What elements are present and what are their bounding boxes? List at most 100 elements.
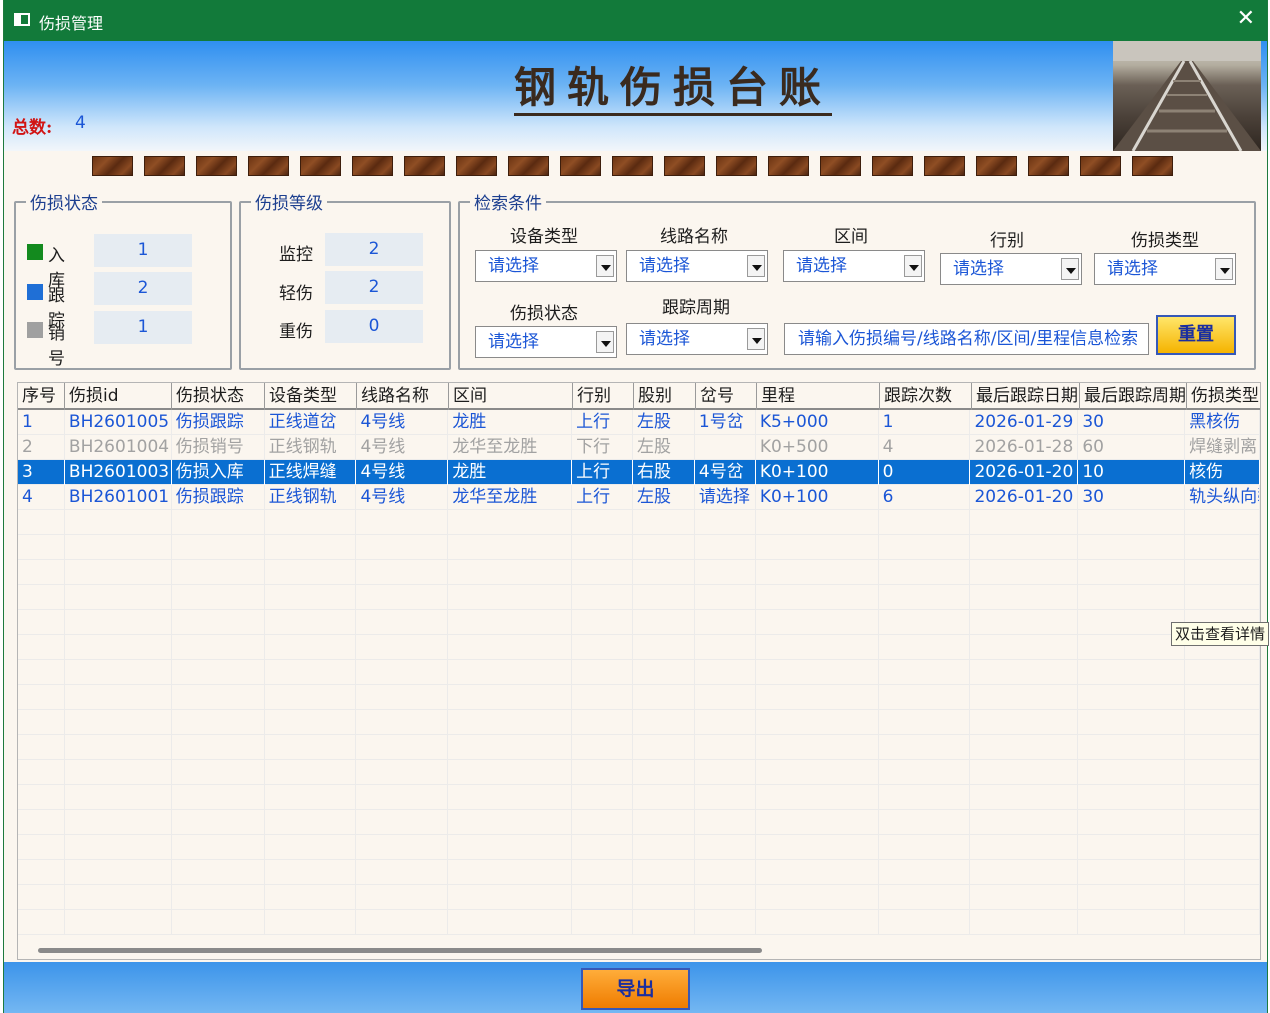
cell-switch-no <box>695 510 756 535</box>
chevron-down-icon[interactable] <box>1215 258 1233 280</box>
table-row[interactable]: 4 BH2601001 伤损跟踪 正线钢轨 4号线 龙华至龙胜 上行 左股 请选择 K0+100 6… <box>18 485 1260 510</box>
cell-line-name <box>356 860 449 885</box>
chevron-down-icon[interactable] <box>747 328 765 350</box>
line-name-label: 线路名称 <box>660 227 728 247</box>
cell-switch-no: 请选择 <box>695 485 756 510</box>
cell-mileage: K0+100 <box>756 460 879 485</box>
tracking-cycle-select[interactable]: 请选择 <box>626 323 768 355</box>
export-button[interactable]: 导出 <box>581 968 690 1010</box>
table-row[interactable]: 2 BH2601004 伤损销号 正线钢轨 4号线 龙华至龙胜 下行 左股 K0+500 4 202… <box>18 435 1260 460</box>
column-header-track-count[interactable]: 跟踪次数 <box>880 383 972 410</box>
column-header-damage-type[interactable]: 伤损类型 <box>1187 383 1260 410</box>
cell-damage-id: BH2601001 <box>65 485 172 510</box>
column-header-equipment-type[interactable]: 设备类型 <box>265 383 357 410</box>
cell-mileage <box>756 735 879 760</box>
table-row[interactable]: 3 BH2601003 伤损入库 正线焊缝 4号线 龙胜 上行 右股 4号岔 K0+100 0 202… <box>18 460 1260 485</box>
cell-mileage <box>756 910 879 935</box>
cell-last-track-cycle: 10 <box>1078 460 1186 485</box>
column-header-line-name[interactable]: 线路名称 <box>357 383 449 410</box>
cell-track-count <box>879 885 971 910</box>
table-row <box>18 560 1260 585</box>
cell-mileage: K0+500 <box>756 435 879 460</box>
cell-mileage <box>756 835 879 860</box>
column-header-last-track-cycle[interactable]: 最后跟踪周期 <box>1080 383 1187 410</box>
cell-status <box>172 585 265 610</box>
search-input[interactable]: 请输入伤损编号/线路名称/区间/里程信息检索 <box>784 323 1149 355</box>
level-label: 轻伤 <box>279 284 313 304</box>
cell-damage-type: 黑核伤 <box>1185 410 1260 435</box>
cell-status <box>172 560 265 585</box>
select-value: 请选择 <box>639 256 690 276</box>
column-header-last-track-date[interactable]: 最后跟踪日期 <box>972 383 1080 410</box>
cell-line-name <box>356 885 449 910</box>
close-icon[interactable]: ✕ <box>1237 6 1255 31</box>
column-header-rail-side[interactable]: 股别 <box>634 383 696 410</box>
cell-rail-side <box>633 510 695 535</box>
cell-switch-no <box>695 685 756 710</box>
column-header-index[interactable]: 序号 <box>18 383 65 410</box>
table-row[interactable]: 1 BH2601005 伤损跟踪 正线道岔 4号线 龙胜 上行 左股 1号岔 K5+000 1 202… <box>18 410 1260 435</box>
cell-rail-side <box>633 685 695 710</box>
level-count-light: 2 <box>325 271 423 304</box>
column-header-mileage[interactable]: 里程 <box>757 383 880 410</box>
cell-section <box>448 635 573 660</box>
line-name-select[interactable]: 请选择 <box>626 250 768 282</box>
cell-direction <box>572 710 634 735</box>
cell-mileage <box>756 785 879 810</box>
chevron-down-icon[interactable] <box>596 331 614 353</box>
cell-rail-side <box>633 710 695 735</box>
cell-switch-no <box>695 660 756 685</box>
cell-switch-no <box>695 785 756 810</box>
cell-last-track-date: 2026-01-28 <box>970 435 1079 460</box>
cell-last-track-cycle <box>1078 535 1186 560</box>
equipment-type-select[interactable]: 请选择 <box>475 250 617 282</box>
direction-select[interactable]: 请选择 <box>940 253 1082 285</box>
cell-last-track-cycle <box>1078 785 1186 810</box>
reset-button[interactable]: 重置 <box>1156 315 1236 355</box>
grey-swatch-icon <box>27 322 43 338</box>
cell-equipment-type <box>265 610 357 635</box>
cell-status <box>172 510 265 535</box>
cell-direction: 上行 <box>572 460 634 485</box>
brick-tile <box>196 156 237 176</box>
level-panel-legend: 伤损等级 <box>255 194 323 214</box>
cell-track-count <box>879 735 971 760</box>
chevron-down-icon[interactable] <box>596 255 614 277</box>
cell-line-name <box>356 710 449 735</box>
cell-damage-id <box>65 685 172 710</box>
brick-tile <box>404 156 445 176</box>
cell-line-name <box>356 685 449 710</box>
cell-switch-no <box>695 910 756 935</box>
cell-direction <box>572 560 634 585</box>
column-header-damage-id[interactable]: 伤损id <box>65 383 172 410</box>
table-row <box>18 610 1260 635</box>
horizontal-scrollbar[interactable] <box>38 948 762 953</box>
cell-damage-type <box>1185 785 1260 810</box>
damage-type-select[interactable]: 请选择 <box>1094 253 1236 285</box>
cell-last-track-cycle: 30 <box>1078 410 1186 435</box>
column-header-direction[interactable]: 行别 <box>573 383 634 410</box>
title-bar: 伤损管理 ✕ <box>4 0 1267 41</box>
column-header-switch-no[interactable]: 岔号 <box>696 383 757 410</box>
chevron-down-icon[interactable] <box>747 255 765 277</box>
cell-damage-id <box>65 710 172 735</box>
cell-mileage <box>756 885 879 910</box>
chevron-down-icon[interactable] <box>904 255 922 277</box>
cell-damage-type <box>1185 685 1260 710</box>
cell-line-name <box>356 610 449 635</box>
cell-last-track-cycle <box>1078 685 1186 710</box>
column-header-section[interactable]: 区间 <box>449 383 573 410</box>
column-header-status[interactable]: 伤损状态 <box>172 383 265 410</box>
chevron-down-icon[interactable] <box>1061 258 1079 280</box>
cell-index <box>18 710 65 735</box>
cell-switch-no <box>695 810 756 835</box>
table-row <box>18 885 1260 910</box>
cell-rail-side: 左股 <box>633 410 695 435</box>
section-select[interactable]: 请选择 <box>783 250 925 282</box>
cell-last-track-date <box>970 785 1079 810</box>
cell-switch-no <box>695 710 756 735</box>
cell-last-track-date <box>970 910 1079 935</box>
damage-ledger-table[interactable]: 序号 伤损id 伤损状态 设备类型 线路名称 区间 行别 股别 岔号 里程 跟踪… <box>17 382 1261 960</box>
damage-status-select[interactable]: 请选择 <box>475 326 617 358</box>
cell-index: 3 <box>18 460 65 485</box>
